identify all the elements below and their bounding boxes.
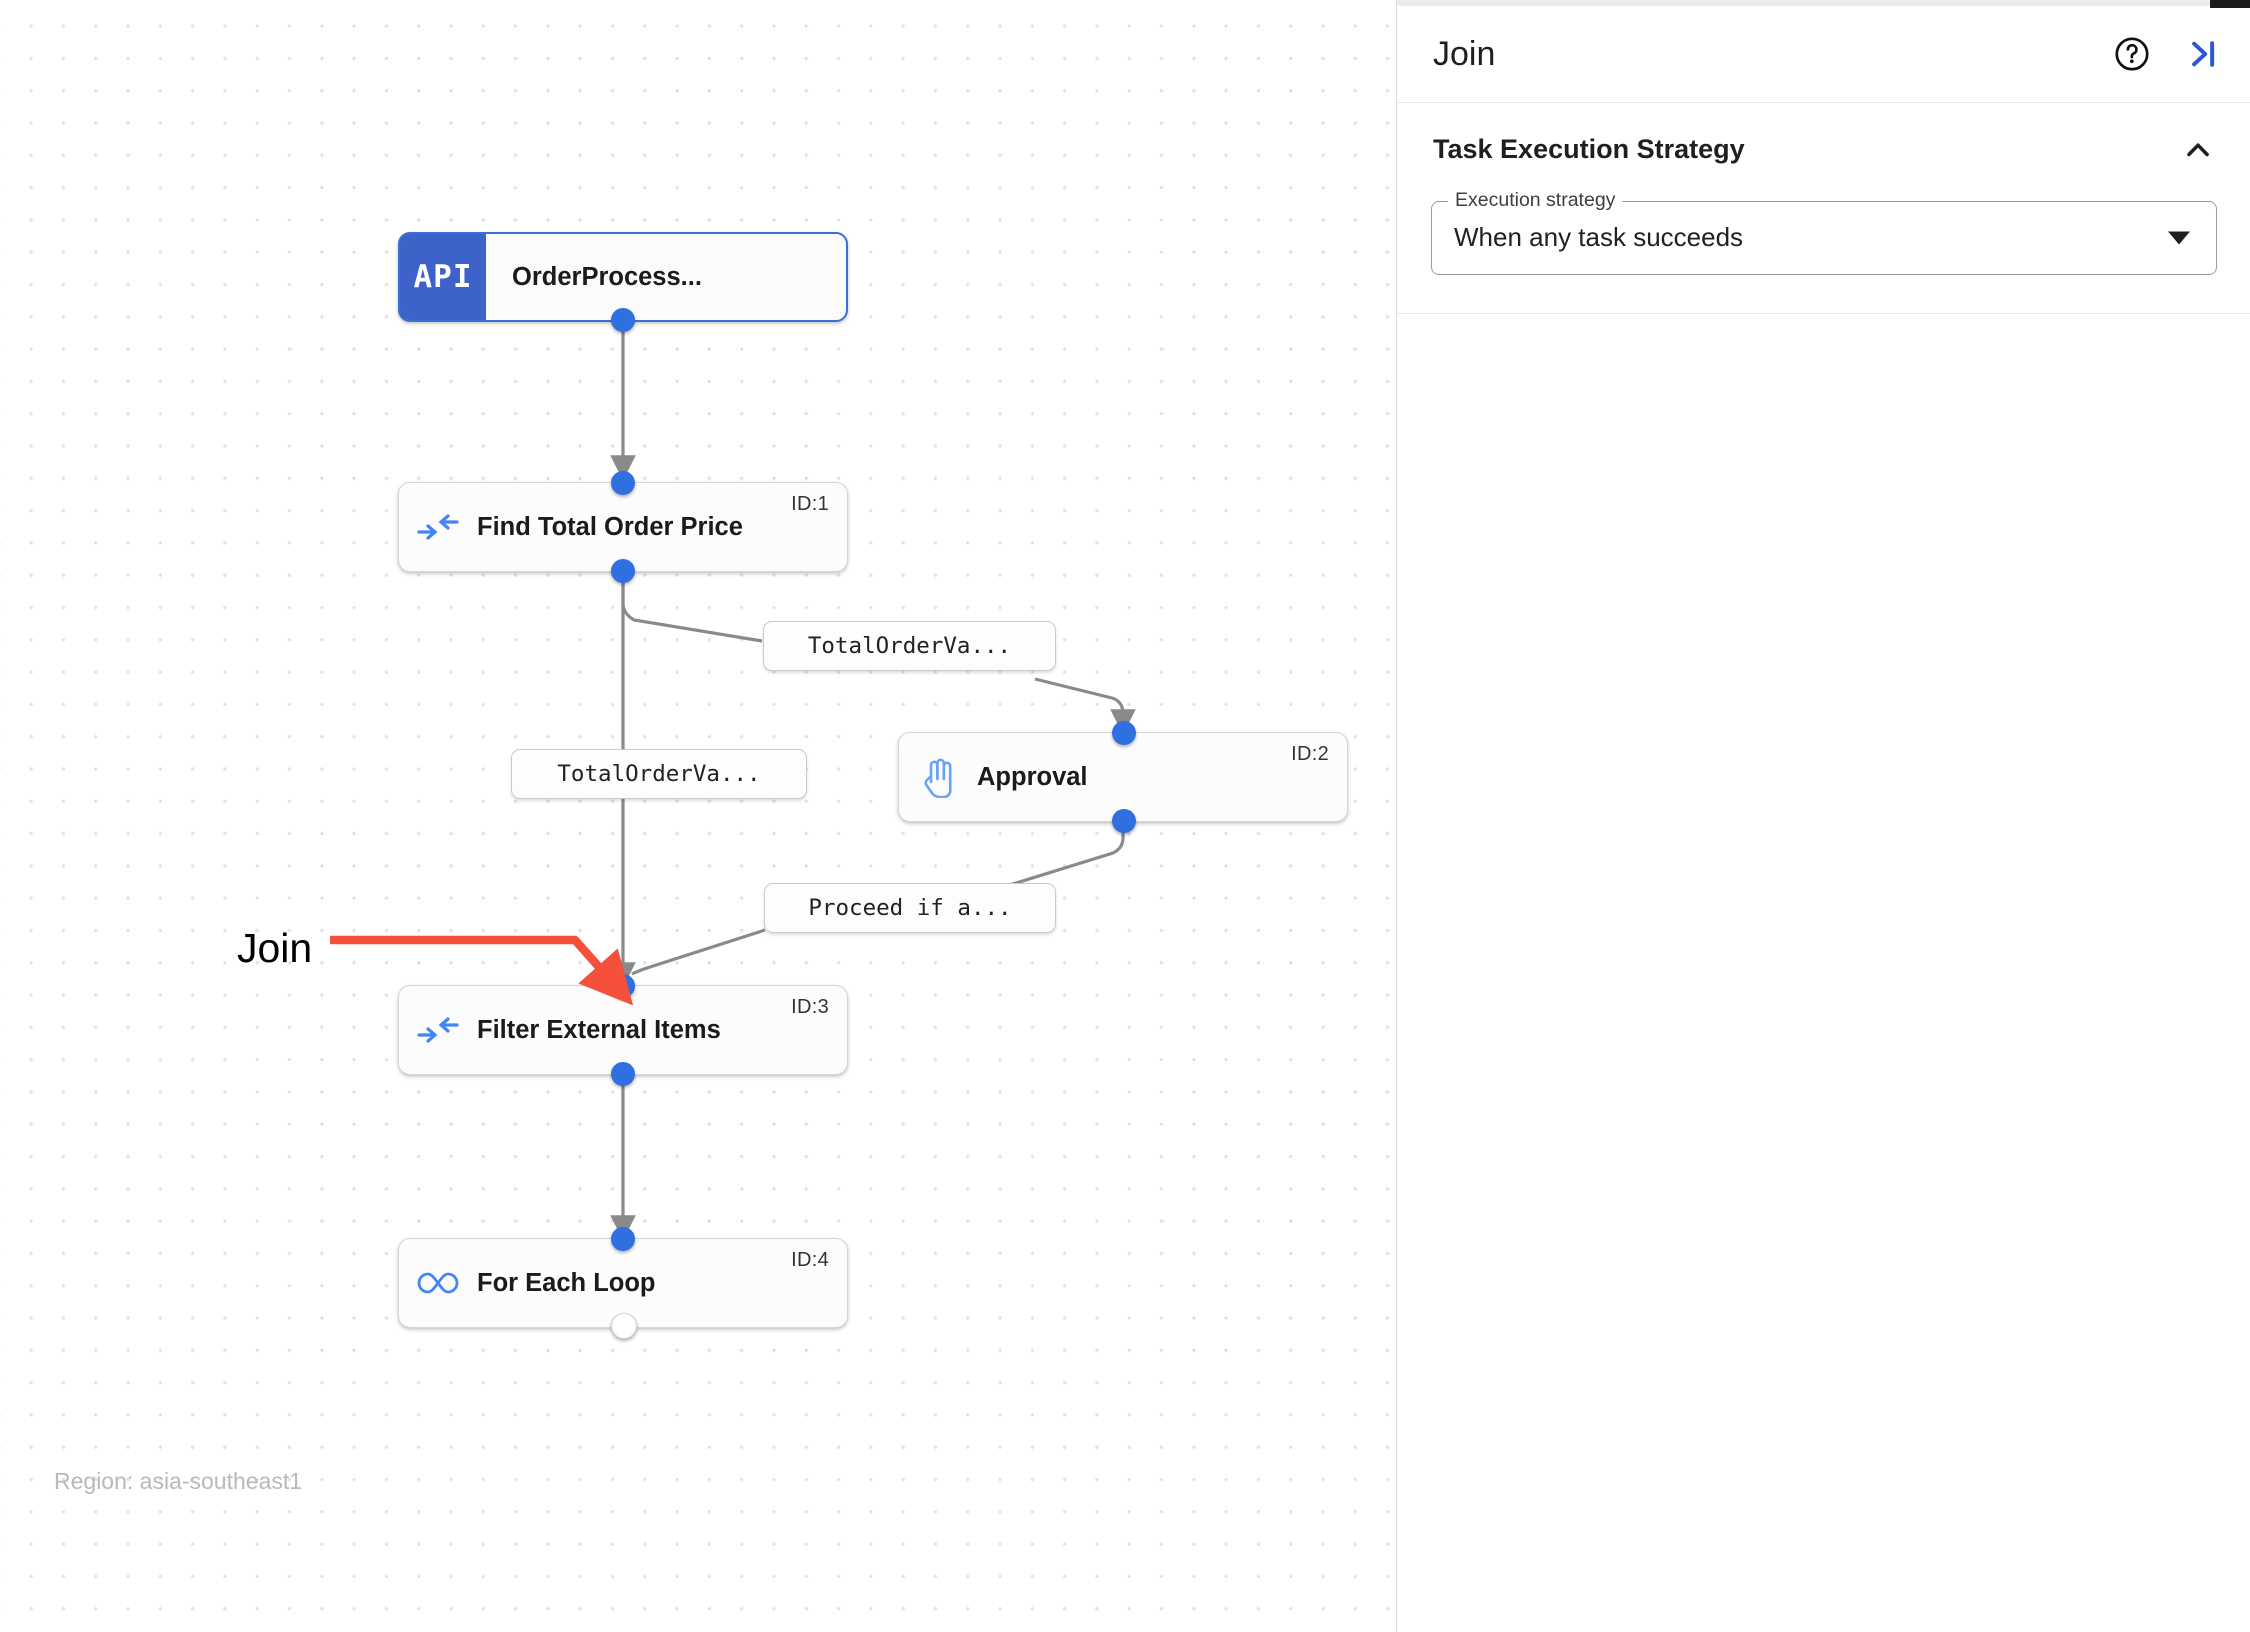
- section-header[interactable]: Task Execution Strategy: [1397, 104, 2250, 167]
- panel-header: Join: [1397, 6, 2250, 103]
- panel-header-actions: [2113, 35, 2221, 73]
- chevron-up-icon[interactable]: [2181, 133, 2215, 167]
- workflow-editor-screen: TotalOrderVa... TotalOrderVa... Proceed …: [0, 0, 2250, 1632]
- annotation-layer: [330, 935, 634, 1006]
- execution-strategy-select[interactable]: Execution strategy When any task succeed…: [1431, 188, 2217, 275]
- task-execution-strategy-section: Task Execution Strategy Execution strate…: [1397, 104, 2250, 314]
- side-panel: Join Task Execution Strategy Execution s…: [1396, 0, 2250, 1632]
- annotation-arrow: [330, 935, 634, 1006]
- region-label: Region: asia-southeast1: [54, 1468, 303, 1494]
- execution-strategy-value: When any task succeeds: [1454, 222, 1744, 253]
- caret-down-icon[interactable]: [2168, 231, 2190, 245]
- execution-strategy-label: Execution strategy: [1448, 188, 1623, 212]
- help-circle-icon[interactable]: [2113, 35, 2151, 73]
- workflow-canvas[interactable]: TotalOrderVa... TotalOrderVa... Proceed …: [0, 0, 1396, 1632]
- annotation-label: Join: [237, 925, 313, 971]
- section-title: Task Execution Strategy: [1433, 134, 1745, 165]
- panel-title: Join: [1433, 34, 1496, 73]
- collapse-panel-right-icon[interactable]: [2183, 35, 2221, 73]
- window-corner-accent: [2210, 0, 2250, 8]
